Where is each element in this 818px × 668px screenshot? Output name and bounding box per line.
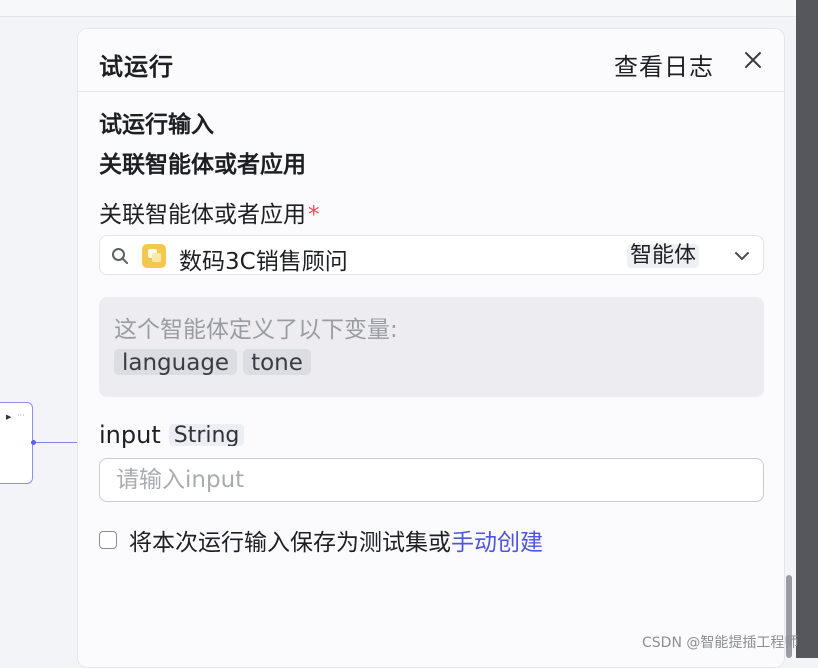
workflow-node[interactable]: ▶ ··· bbox=[0, 402, 33, 484]
agent-name: 数码3C销售顾问 bbox=[179, 249, 348, 275]
agent-select[interactable]: 数码3C销售顾问 智能体 bbox=[99, 235, 764, 275]
save-testset-label: 将本次运行输入保存为测试集或手动创建 bbox=[129, 523, 543, 557]
group-title: 关联智能体或者应用 bbox=[99, 152, 306, 178]
input-field-label: input String bbox=[99, 421, 245, 449]
view-log-button[interactable]: 查看日志 bbox=[614, 47, 714, 82]
agent-avatar-icon bbox=[142, 244, 166, 268]
required-mark: * bbox=[308, 202, 320, 228]
agent-type-badge: 智能体 bbox=[627, 244, 700, 268]
play-icon[interactable]: ▶ bbox=[6, 413, 11, 421]
workflow-port[interactable] bbox=[31, 440, 36, 445]
canvas-top-strip bbox=[0, 0, 796, 17]
panel-title: 试运行 bbox=[99, 53, 174, 81]
variables-description: 这个智能体定义了以下变量: bbox=[114, 317, 398, 343]
search-icon bbox=[112, 248, 128, 264]
input-type-badge: String bbox=[168, 424, 245, 446]
workflow-edge bbox=[33, 442, 79, 443]
chevron-down-icon[interactable] bbox=[734, 248, 750, 264]
close-icon[interactable] bbox=[742, 49, 764, 71]
variable-tag-tone: tone bbox=[243, 349, 311, 375]
save-as-testset-row: 将本次运行输入保存为测试集或手动创建 bbox=[99, 523, 543, 557]
input-field[interactable] bbox=[99, 458, 764, 502]
agent-field-label-text: 关联智能体或者应用 bbox=[99, 202, 306, 228]
section-title: 试运行输入 bbox=[99, 112, 214, 138]
manual-create-link[interactable]: 手动创建 bbox=[451, 530, 543, 556]
variable-tag-language: language bbox=[114, 349, 238, 375]
test-run-panel: 试运行 查看日志 试运行输入 关联智能体或者应用 关联智能体或者应用* 数码3C… bbox=[77, 28, 785, 668]
save-testset-checkbox[interactable] bbox=[99, 531, 117, 549]
agent-field-label: 关联智能体或者应用* bbox=[99, 195, 320, 229]
panel-header: 试运行 查看日志 bbox=[78, 29, 784, 92]
variables-box: 这个智能体定义了以下变量: language tone bbox=[99, 297, 764, 397]
input-name: input bbox=[99, 421, 161, 449]
watermark: CSDN @智能提插工程师 bbox=[642, 635, 799, 651]
more-icon[interactable]: ··· bbox=[17, 411, 25, 420]
right-edge-bar bbox=[796, 0, 818, 658]
save-testset-text: 将本次运行输入保存为测试集或 bbox=[129, 530, 451, 556]
variables-tags: language tone bbox=[114, 349, 311, 375]
